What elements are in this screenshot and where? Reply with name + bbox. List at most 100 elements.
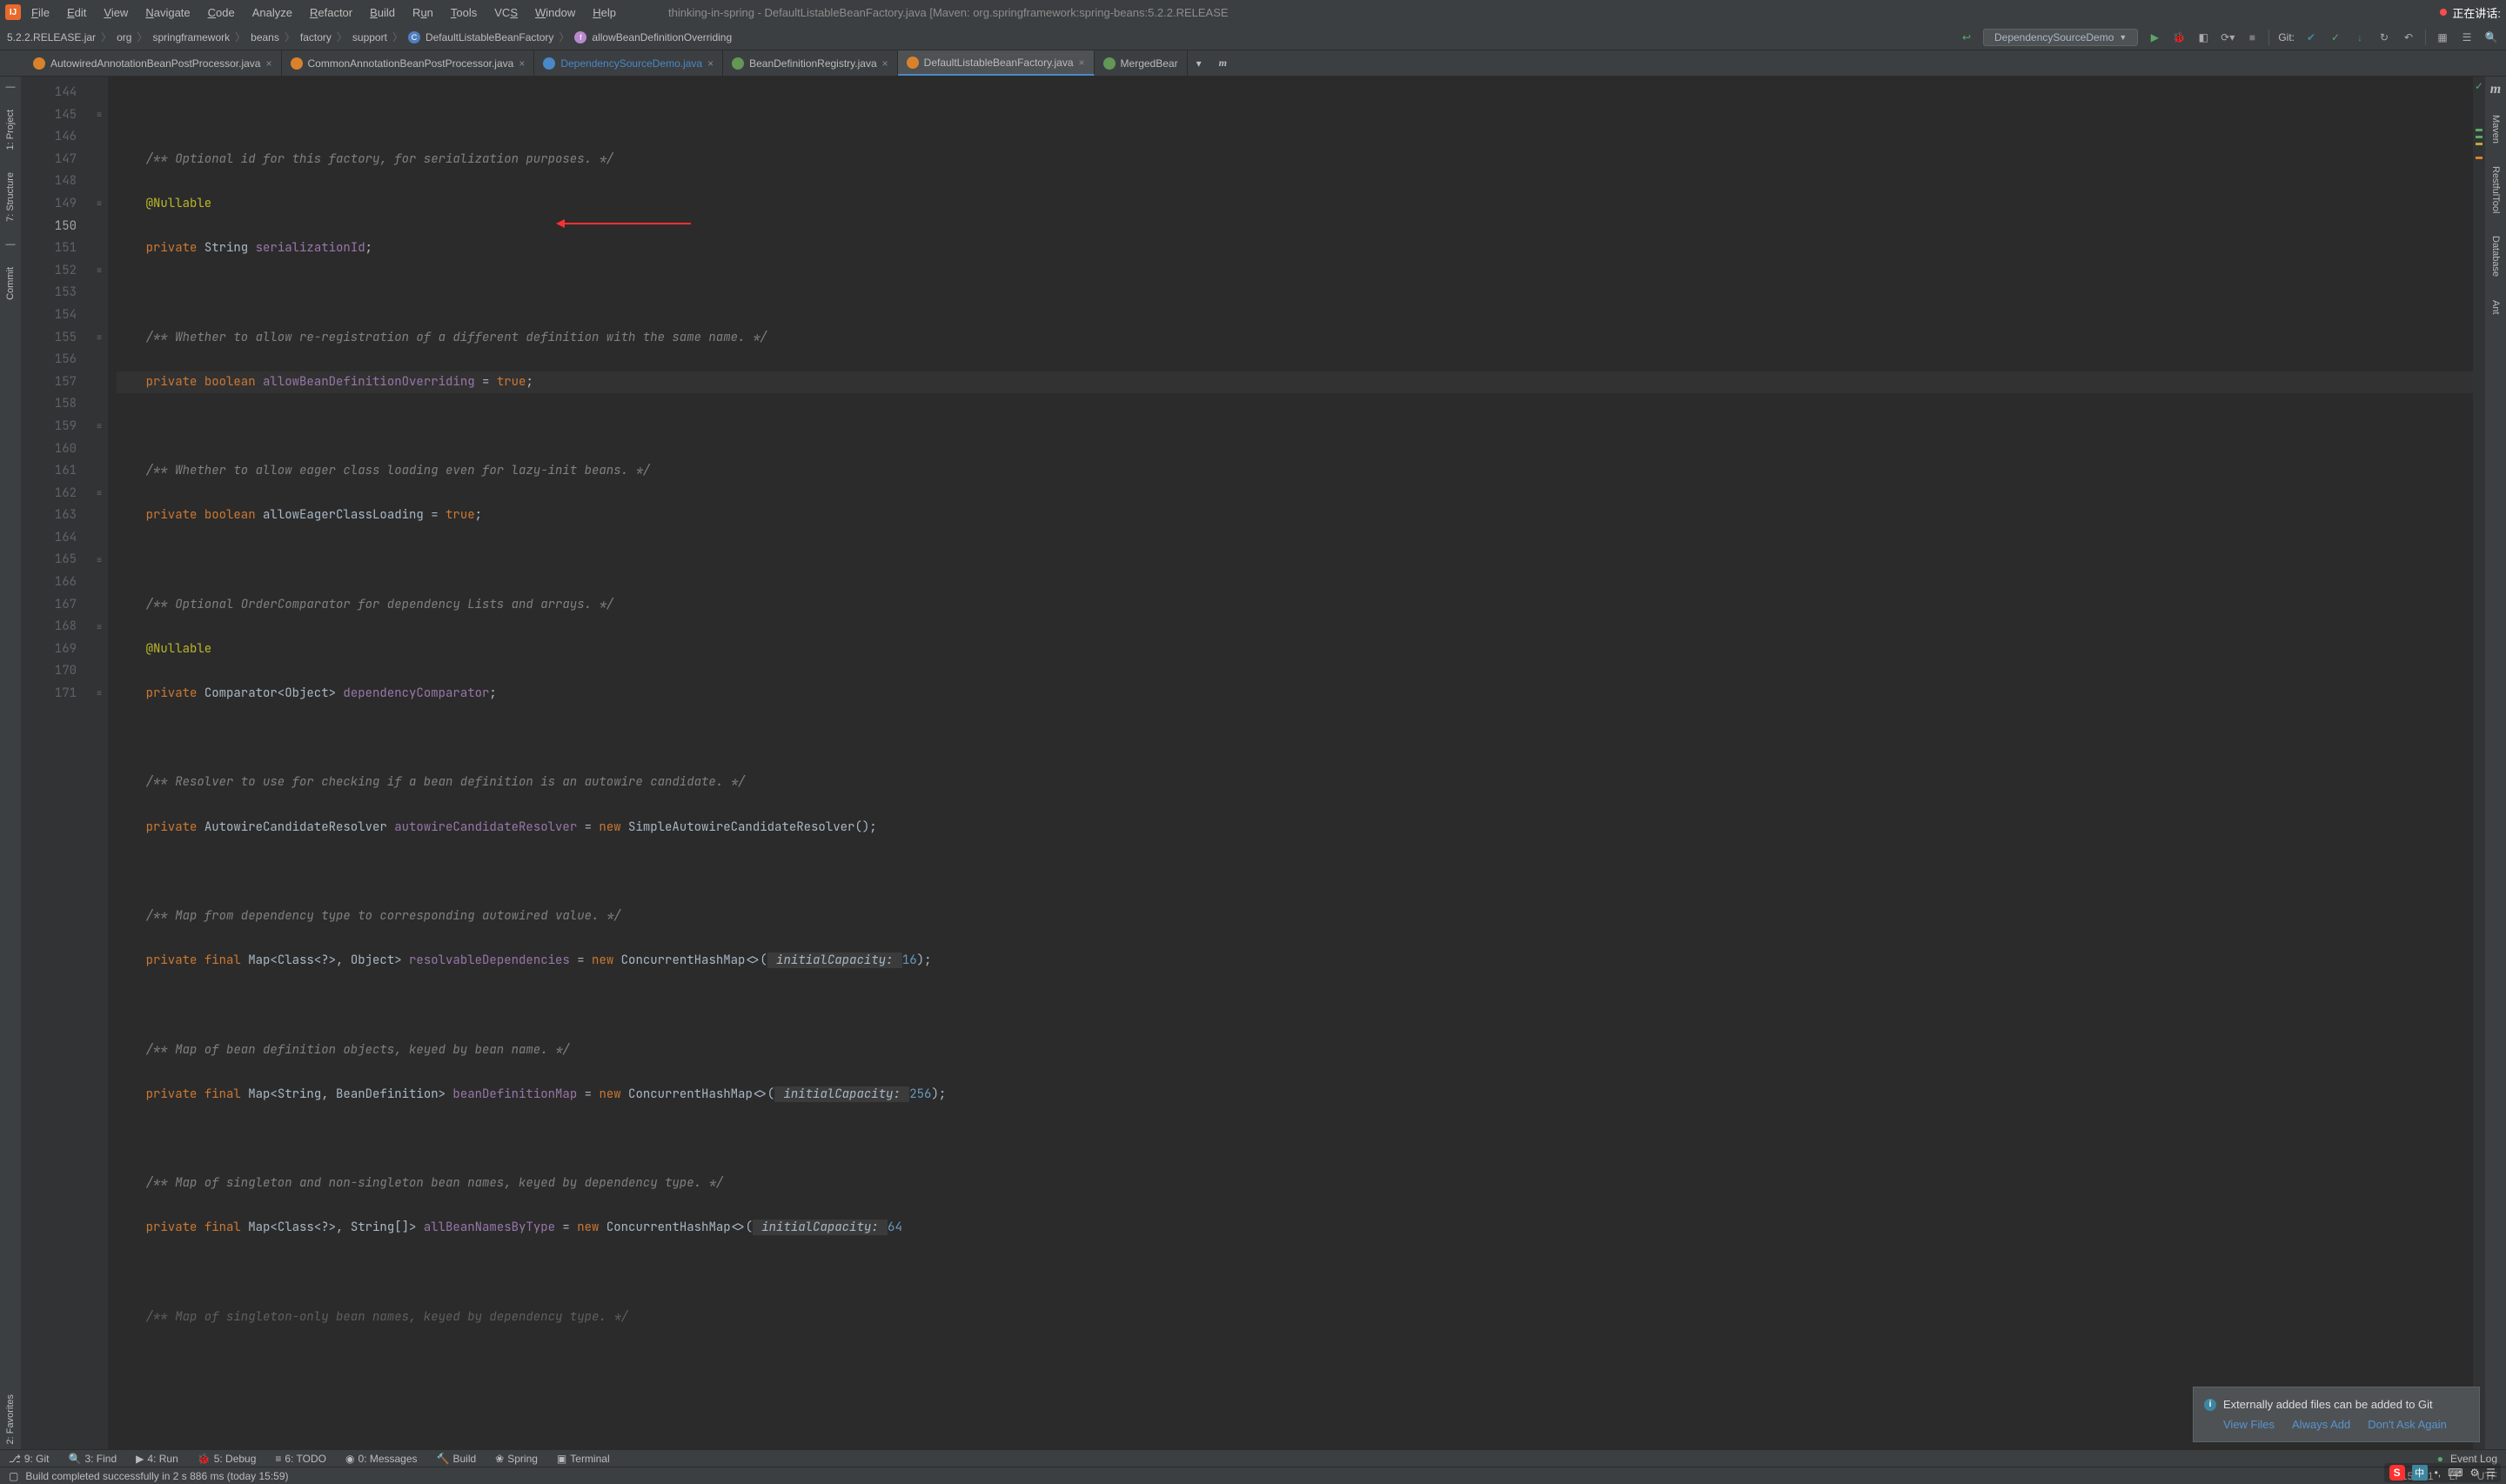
run-icon[interactable]: ▶ [2147,30,2162,45]
git-update-icon[interactable]: ↓ [2352,30,2368,45]
debug-icon[interactable]: 🐞 [2171,30,2187,45]
toolwin-favorites[interactable]: 2: Favorites [5,1389,16,1449]
toolwin-messages[interactable]: ◉ 0: Messages [345,1453,418,1465]
notify-view-files[interactable]: View Files [2223,1418,2275,1431]
close-icon[interactable]: × [265,57,271,70]
back-icon[interactable]: ↩ [1959,30,1974,45]
tab-default-listable[interactable]: DefaultListableBeanFactory.java× [898,50,1095,76]
maven-icon[interactable]: m [2490,82,2501,97]
crumb-jar[interactable]: 5.2.2.RELEASE.jar [7,31,96,43]
tab-label: DependencySourceDemo.java [560,57,702,70]
menu-help[interactable]: Help [593,6,616,19]
menu-vcs[interactable]: VCS [494,6,518,19]
crumb-factory[interactable]: factory [300,31,332,43]
ime-punct-icon[interactable]: •, [2435,1467,2442,1479]
comment: /** Optional id for this factory, for se… [146,151,614,167]
toolwin-todo[interactable]: ≡ 6: TODO [275,1453,326,1465]
profiler-icon[interactable]: ⟳▾ [2220,30,2235,45]
toolwin-project[interactable]: 1: Project [5,104,16,155]
ime-settings-icon[interactable]: ⚙ [2469,1467,2479,1479]
editor: 144145146147 148149150151 152153154155 1… [21,77,2485,1449]
toolwin-database[interactable]: Database [2490,231,2501,282]
nav-bar: 5.2.2.RELEASE.jar〉 org〉 springframework〉… [0,24,2506,50]
recording-text: 正在讲话: [2452,4,2501,21]
inspection-ok-icon: ✓ [2475,80,2483,92]
close-icon[interactable]: × [1079,57,1085,69]
toolwin-git[interactable]: ⎇ 9: Git [9,1453,50,1465]
menu-analyze[interactable]: Analyze [252,6,292,19]
code-area[interactable]: /** Optional id for this factory, for se… [108,77,2473,1449]
notify-always-add[interactable]: Always Add [2292,1418,2350,1431]
line-gutter: 144145146147 148149150151 152153154155 1… [21,77,90,1449]
maven-m-icon[interactable]: m [1210,50,1236,76]
field-icon: f [574,31,586,43]
toolwin-build[interactable]: 🔨 Build [437,1453,477,1465]
toolwin-find[interactable]: 🔍 3: Find [69,1453,117,1465]
separator [2268,30,2269,45]
toolwin-restful[interactable]: RestfulTool [2490,161,2501,218]
interface-icon [732,57,744,70]
crumb-beans[interactable]: beans [251,31,279,43]
tab-dependency-demo[interactable]: DependencySourceDemo.java × [534,50,723,76]
close-icon[interactable]: × [882,57,888,70]
ime-tools-icon[interactable]: ☰ [2486,1467,2496,1479]
close-icon[interactable]: × [519,57,525,70]
close-icon[interactable]: × [707,57,714,70]
git-history-icon[interactable]: ↻ [2376,30,2392,45]
menu-window[interactable]: Window [535,6,575,19]
toolwin-structure[interactable]: 7: Structure [5,167,16,227]
toolwin-debug[interactable]: 🐞 5: Debug [198,1453,257,1465]
toolwin-run[interactable]: ▶ 4: Run [136,1453,178,1465]
coverage-icon[interactable]: ◧ [2195,30,2211,45]
status-bar-icon[interactable]: ▢ [9,1470,18,1482]
menu-refactor[interactable]: Refactor [310,6,352,19]
main-menu: File Edit View Navigate Code Analyze Ref… [31,6,616,19]
ime-keyboard-icon[interactable]: ⌨ [2448,1467,2462,1479]
minimize-icon[interactable]: — [6,82,16,92]
git-revert-icon[interactable]: ↶ [2401,30,2416,45]
toolwin-commit[interactable]: Commit [5,262,16,305]
git-check-icon[interactable]: ✔ [2303,30,2319,45]
menu-tools[interactable]: Tools [451,6,477,19]
menu-code[interactable]: Code [208,6,235,19]
run-config-selector[interactable]: DependencySourceDemo ▼ [1983,29,2138,46]
search-icon[interactable]: 🔍 [2483,30,2499,45]
toolwin-spring[interactable]: ❀ Spring [495,1453,538,1465]
toolwin-terminal[interactable]: ▣ Terminal [557,1453,610,1465]
crumb-springframework[interactable]: springframework [152,31,230,43]
tab-bean-registry[interactable]: BeanDefinitionRegistry.java× [723,50,898,76]
tab-autowired[interactable]: AutowiredAnnotationBeanPostProcessor.jav… [24,50,282,76]
right-tool-stripe: m Maven RestfulTool Database Ant [2485,77,2506,1449]
java-icon [33,57,45,70]
stop-icon[interactable]: ■ [2244,30,2260,45]
menu-navigate[interactable]: Navigate [145,6,190,19]
menu-view[interactable]: View [104,6,128,19]
tab-label: CommonAnnotationBeanPostProcessor.java [308,57,514,70]
breadcrumb: 5.2.2.RELEASE.jar〉 org〉 springframework〉… [7,30,732,44]
tab-label: MergedBear [1121,57,1178,70]
marker-strip[interactable]: ✓ [2473,77,2485,1449]
toolwin-ant[interactable]: Ant [2490,295,2501,320]
crumb-org[interactable]: org [117,31,131,43]
git-commit-icon[interactable]: ✓ [2328,30,2343,45]
tab-overflow-icon[interactable]: ▾ [1188,50,1210,76]
crumb-field[interactable]: allowBeanDefinitionOverriding [592,31,732,43]
minimize-icon[interactable]: — [6,239,16,250]
structure-icon[interactable]: ▦ [2435,30,2450,45]
crumb-support[interactable]: support [352,31,387,43]
crumb-class[interactable]: DefaultListableBeanFactory [425,31,553,43]
menu-file[interactable]: File [31,6,50,19]
bottom-toolbar: ⎇ 9: Git 🔍 3: Find ▶ 4: Run 🐞 5: Debug ≡… [0,1449,2506,1467]
tab-common[interactable]: CommonAnnotationBeanPostProcessor.java × [282,50,535,76]
tab-merged[interactable]: MergedBear [1095,50,1188,76]
menu-edit[interactable]: Edit [67,6,86,19]
menu-build[interactable]: Build [370,6,395,19]
menu-run[interactable]: Run [412,6,433,19]
settings-icon[interactable]: ☰ [2459,30,2475,45]
ime-indicator[interactable]: 中 [2412,1465,2428,1481]
recording-indicator: 正在讲话: [2440,4,2501,21]
toolwin-maven[interactable]: Maven [2490,110,2501,149]
separator [2425,30,2426,45]
notify-dont-ask[interactable]: Don't Ask Again [2368,1418,2447,1431]
sogou-icon[interactable]: S [2389,1465,2405,1481]
